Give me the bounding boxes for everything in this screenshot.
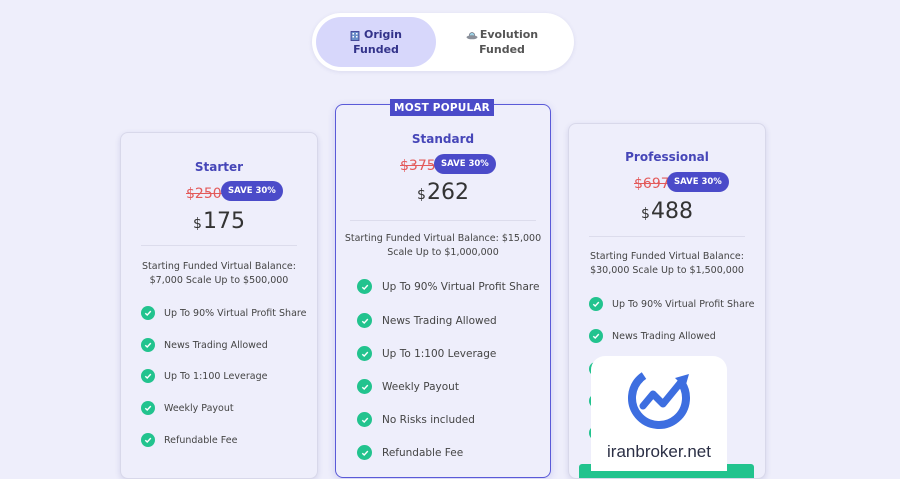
watermark-text: iranbroker.net [607, 442, 711, 461]
feature-label: Refundable Fee [164, 434, 238, 446]
save-badge: SAVE 30% [221, 181, 283, 201]
balance-text: Starting Funded Virtual Balance: $7,000 … [121, 260, 317, 288]
price-value: 175 [202, 209, 245, 234]
balance-text: Starting Funded Virtual Balance: $15,000… [336, 232, 550, 260]
feature-item: Refundable Fee [141, 433, 237, 447]
check-icon [357, 279, 372, 294]
most-popular-badge: MOST POPULAR [390, 99, 494, 116]
check-icon [589, 297, 603, 311]
plan-card-standard: MOST POPULAR Standard $375 SAVE 30% $262… [335, 99, 551, 478]
feature-item: Up To 90% Virtual Profit Share [141, 306, 306, 320]
feature-item: Up To 90% Virtual Profit Share [357, 279, 539, 294]
balance-line-2: $30,000 Scale Up to $1,500,000 [590, 265, 744, 276]
save-badge: SAVE 30% [434, 154, 496, 174]
feature-label: No Risks included [382, 413, 475, 426]
currency-symbol: $ [193, 216, 202, 232]
feature-item: News Trading Allowed [589, 329, 716, 343]
ufo-icon [466, 30, 478, 40]
feature-item: News Trading Allowed [357, 313, 497, 328]
price-value: 488 [650, 199, 693, 224]
save-badge: SAVE 30% [667, 172, 729, 192]
feature-label: Weekly Payout [164, 402, 234, 414]
check-icon [141, 338, 155, 352]
feature-label: Weekly Payout [382, 380, 459, 393]
feature-label: News Trading Allowed [612, 330, 716, 342]
old-price: $250 [186, 186, 222, 202]
feature-item: No Risks included [357, 412, 475, 427]
feature-label: Refundable Fee [382, 446, 464, 459]
feature-item: Weekly Payout [141, 401, 234, 415]
check-icon [357, 313, 372, 328]
plan-name: Professional [625, 150, 709, 164]
feature-label: Up To 1:100 Leverage [382, 347, 497, 360]
tab-evolution-funded[interactable]: Evolution Funded [442, 17, 562, 67]
feature-item: Up To 90% Virtual Profit Share [589, 297, 754, 311]
feature-label: News Trading Allowed [164, 339, 268, 351]
balance-line-1: Starting Funded Virtual Balance: [590, 251, 744, 262]
tab-evolution-label-2: Funded [479, 43, 525, 56]
feature-label: Up To 90% Virtual Profit Share [164, 307, 307, 319]
check-icon [141, 433, 155, 447]
balance-line-1: Starting Funded Virtual Balance: [142, 261, 296, 272]
balance-line-1: Starting Funded Virtual Balance: $15,000 [344, 233, 542, 244]
price: $488 [569, 199, 765, 224]
check-icon [141, 306, 155, 320]
currency-symbol: $ [641, 206, 650, 222]
divider [141, 245, 297, 246]
divider [350, 220, 536, 221]
balance-line-2: $7,000 Scale Up to $500,000 [149, 275, 289, 286]
feature-label: Up To 90% Virtual Profit Share [382, 280, 540, 293]
tab-evolution-label-1: Evolution [479, 28, 539, 41]
feature-label: Up To 90% Virtual Profit Share [612, 298, 755, 310]
check-icon [357, 346, 372, 361]
plan-type-toggle: Origin Funded Evolution Funded [312, 13, 574, 71]
divider [589, 236, 745, 237]
balance-text: Starting Funded Virtual Balance: $30,000… [569, 250, 765, 278]
feature-item: Refundable Fee [357, 445, 463, 460]
old-price: $375 [400, 158, 436, 174]
price: $175 [121, 209, 317, 234]
balance-line-2: Scale Up to $1,000,000 [387, 247, 499, 258]
watermark-logo: iranbroker.net [591, 356, 727, 471]
feature-item: Weekly Payout [357, 379, 459, 394]
price: $262 [336, 180, 550, 205]
tab-origin-label-2: Funded [353, 43, 399, 56]
tab-origin-label-1: Origin [363, 28, 403, 41]
check-icon [589, 329, 603, 343]
plan-card-starter: Starter $250 SAVE 30% $175 Starting Fund… [120, 132, 318, 479]
feature-item: News Trading Allowed [141, 338, 268, 352]
plan-name: Standard [411, 132, 475, 146]
check-icon [357, 412, 372, 427]
check-icon [141, 401, 155, 415]
building-icon [350, 30, 360, 41]
check-icon [141, 369, 155, 383]
old-price: $697 [634, 176, 670, 192]
feature-label: News Trading Allowed [382, 314, 497, 327]
check-icon [357, 379, 372, 394]
feature-item: Up To 1:100 Leverage [141, 369, 267, 383]
plan-name: Starter [194, 160, 244, 174]
tab-origin-funded[interactable]: Origin Funded [316, 17, 436, 67]
currency-symbol: $ [417, 187, 426, 203]
check-icon [357, 445, 372, 460]
price-value: 262 [426, 180, 469, 205]
feature-label: Up To 1:100 Leverage [164, 370, 268, 382]
growth-chart-logo [628, 367, 690, 429]
feature-item: Up To 1:100 Leverage [357, 346, 496, 361]
